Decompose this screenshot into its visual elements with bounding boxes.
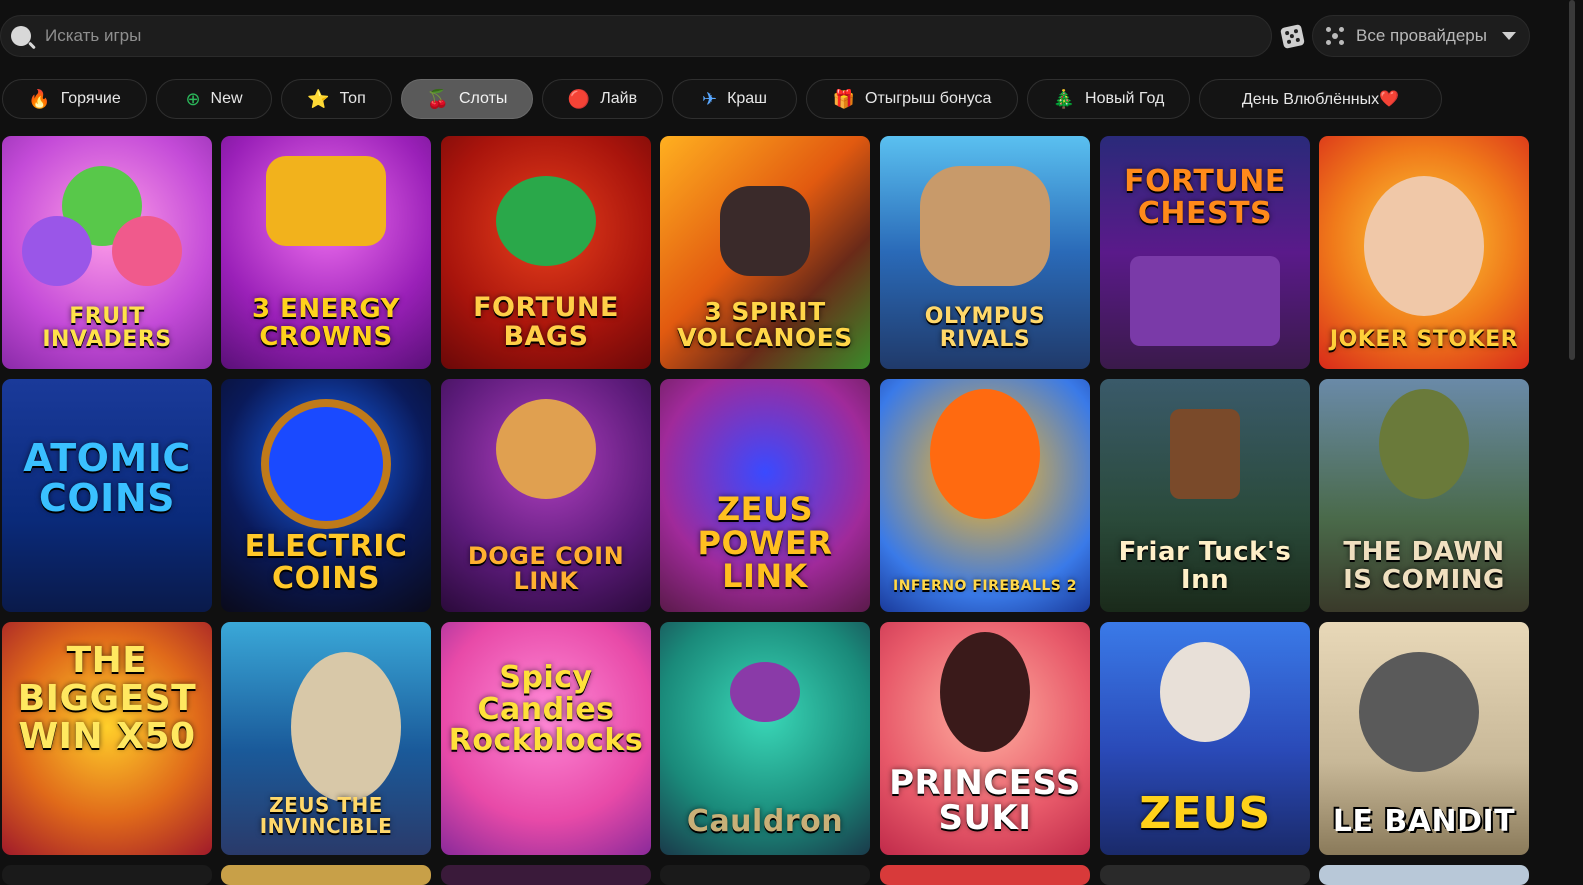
game-tile[interactable]: Electric Coins	[221, 379, 431, 612]
game-title: The Biggest Win X50	[17, 640, 197, 757]
game-tile[interactable]: Spicy Candies Rockblocks	[441, 622, 651, 855]
page-scrollbar[interactable]	[1569, 0, 1575, 360]
game-title: Zeus Power Link	[697, 490, 833, 596]
game-title: Fruit Invaders	[42, 303, 172, 352]
providers-grid-icon	[1326, 27, 1344, 45]
game-title: Princess Suki	[889, 762, 1081, 839]
tab-label: New	[210, 90, 243, 107]
tab-label: Краш	[727, 90, 768, 107]
game-tile[interactable]: Fortune Bags	[441, 136, 651, 369]
tab-label: Новый Год	[1085, 90, 1165, 107]
game-tile[interactable]	[441, 865, 651, 885]
game-tile[interactable]: The Dawn is Coming	[1319, 379, 1529, 612]
game-tile[interactable]	[1100, 865, 1310, 885]
tab-label: Топ	[339, 90, 366, 107]
game-tile[interactable]: Princess Suki	[880, 622, 1090, 855]
game-tile[interactable]: Doge Coin Link	[441, 379, 651, 612]
game-tile[interactable]: Zeus the Invincible	[221, 622, 431, 855]
game-tile[interactable]	[221, 865, 431, 885]
game-tile[interactable]: Joker Stoker	[1319, 136, 1529, 369]
tab-new-year[interactable]: 🎄 Новый Год	[1027, 79, 1190, 119]
game-tile[interactable]: Cauldron	[660, 622, 870, 855]
game-title: Fortune Bags	[473, 292, 619, 352]
random-game-dice-icon[interactable]	[1280, 24, 1305, 49]
game-tile[interactable]	[2, 865, 212, 885]
tab-live[interactable]: 🔴 Лайв	[542, 79, 663, 119]
tab-slots[interactable]: 🍒 Слоты	[401, 79, 533, 119]
search-icon	[11, 26, 31, 46]
game-title: Olympus Rivals	[924, 303, 1046, 352]
game-tile[interactable]	[1319, 865, 1529, 885]
game-tile[interactable]	[880, 865, 1090, 885]
game-tile[interactable]: 3 Energy Crowns	[221, 136, 431, 369]
top-bar: Все провайдеры	[0, 15, 1560, 57]
game-tile[interactable]: Zeus Power Link	[660, 379, 870, 612]
cherries-icon: 🍒	[426, 89, 449, 109]
game-tile[interactable]: The Biggest Win X50	[2, 622, 212, 855]
game-title: Spicy Candies Rockblocks	[448, 660, 644, 758]
game-title: Inferno Fireballs 2	[893, 578, 1077, 595]
game-title: Friar Tuck's Inn	[1118, 537, 1292, 595]
live-chip-icon: 🔴	[567, 89, 591, 109]
tab-label: Слоты	[458, 90, 508, 107]
game-title: Le Bandit	[1332, 803, 1516, 839]
game-tile[interactable]: Inferno Fireballs 2	[880, 379, 1090, 612]
game-title: Cauldron	[686, 803, 844, 839]
tab-crash[interactable]: ✈ Краш	[672, 79, 797, 119]
game-tile[interactable]: Friar Tuck's Inn	[1100, 379, 1310, 612]
fire-icon: 🔥	[28, 89, 51, 109]
search-bar[interactable]	[0, 15, 1272, 57]
game-title: Electric Coins	[244, 529, 408, 596]
plus-circle-icon: ⊕	[185, 89, 201, 109]
game-title: Atomic Coins	[23, 436, 191, 520]
game-title: Doge Coin Link	[467, 541, 625, 595]
airplane-icon: ✈	[701, 89, 718, 109]
game-tile[interactable]: Fruit Invaders	[2, 136, 212, 369]
tab-bonus-wagering[interactable]: 🎁 Отыгрыш бонуса	[806, 79, 1018, 119]
game-tile[interactable]: Olympus Rivals	[880, 136, 1090, 369]
game-tile[interactable]: Atomic Coins	[2, 379, 212, 612]
tab-hot[interactable]: 🔥 Горячие	[2, 79, 147, 119]
tab-label: День Влюблённых❤️	[1241, 91, 1400, 108]
game-title: 3 Spirit Volcanoes	[677, 296, 853, 352]
game-tile[interactable]: Fortune Chests	[1100, 136, 1310, 369]
game-title: The Dawn is Coming	[1343, 537, 1505, 595]
tab-valentines-day[interactable]: День Влюблённых❤️	[1199, 79, 1442, 119]
game-title: Joker Stoker	[1329, 326, 1519, 352]
tab-label: Лайв	[600, 90, 638, 107]
game-tile[interactable]: 3 Spirit Volcanoes	[660, 136, 870, 369]
game-tile[interactable]: Zeus	[1100, 622, 1310, 855]
christmas-tree-icon: 🎄	[1052, 89, 1076, 109]
game-title: 3 Energy Crowns	[251, 294, 401, 352]
gift-icon: 🎁	[832, 89, 855, 109]
provider-select-label: Все провайдеры	[1356, 26, 1487, 45]
tab-label: Отыгрыш бонуса	[865, 90, 992, 107]
star-icon: ⭐	[307, 89, 330, 109]
game-title: Zeus	[1139, 787, 1271, 839]
chevron-down-icon	[1502, 32, 1516, 40]
game-tile[interactable]: Le Bandit	[1319, 622, 1529, 855]
game-tile[interactable]	[660, 865, 870, 885]
category-tabs: 🔥 Горячие ⊕ New ⭐ Топ 🍒 Слоты 🔴 Лайв ✈ К…	[0, 79, 1560, 119]
provider-select[interactable]: Все провайдеры	[1312, 15, 1530, 57]
game-title: Zeus the Invincible	[259, 793, 393, 838]
tab-label: Горячие	[60, 90, 121, 107]
tab-top[interactable]: ⭐ Топ	[281, 79, 392, 119]
game-title: Fortune Chests	[1124, 164, 1286, 231]
search-input[interactable]	[43, 15, 1271, 57]
tab-new[interactable]: ⊕ New	[156, 79, 272, 119]
